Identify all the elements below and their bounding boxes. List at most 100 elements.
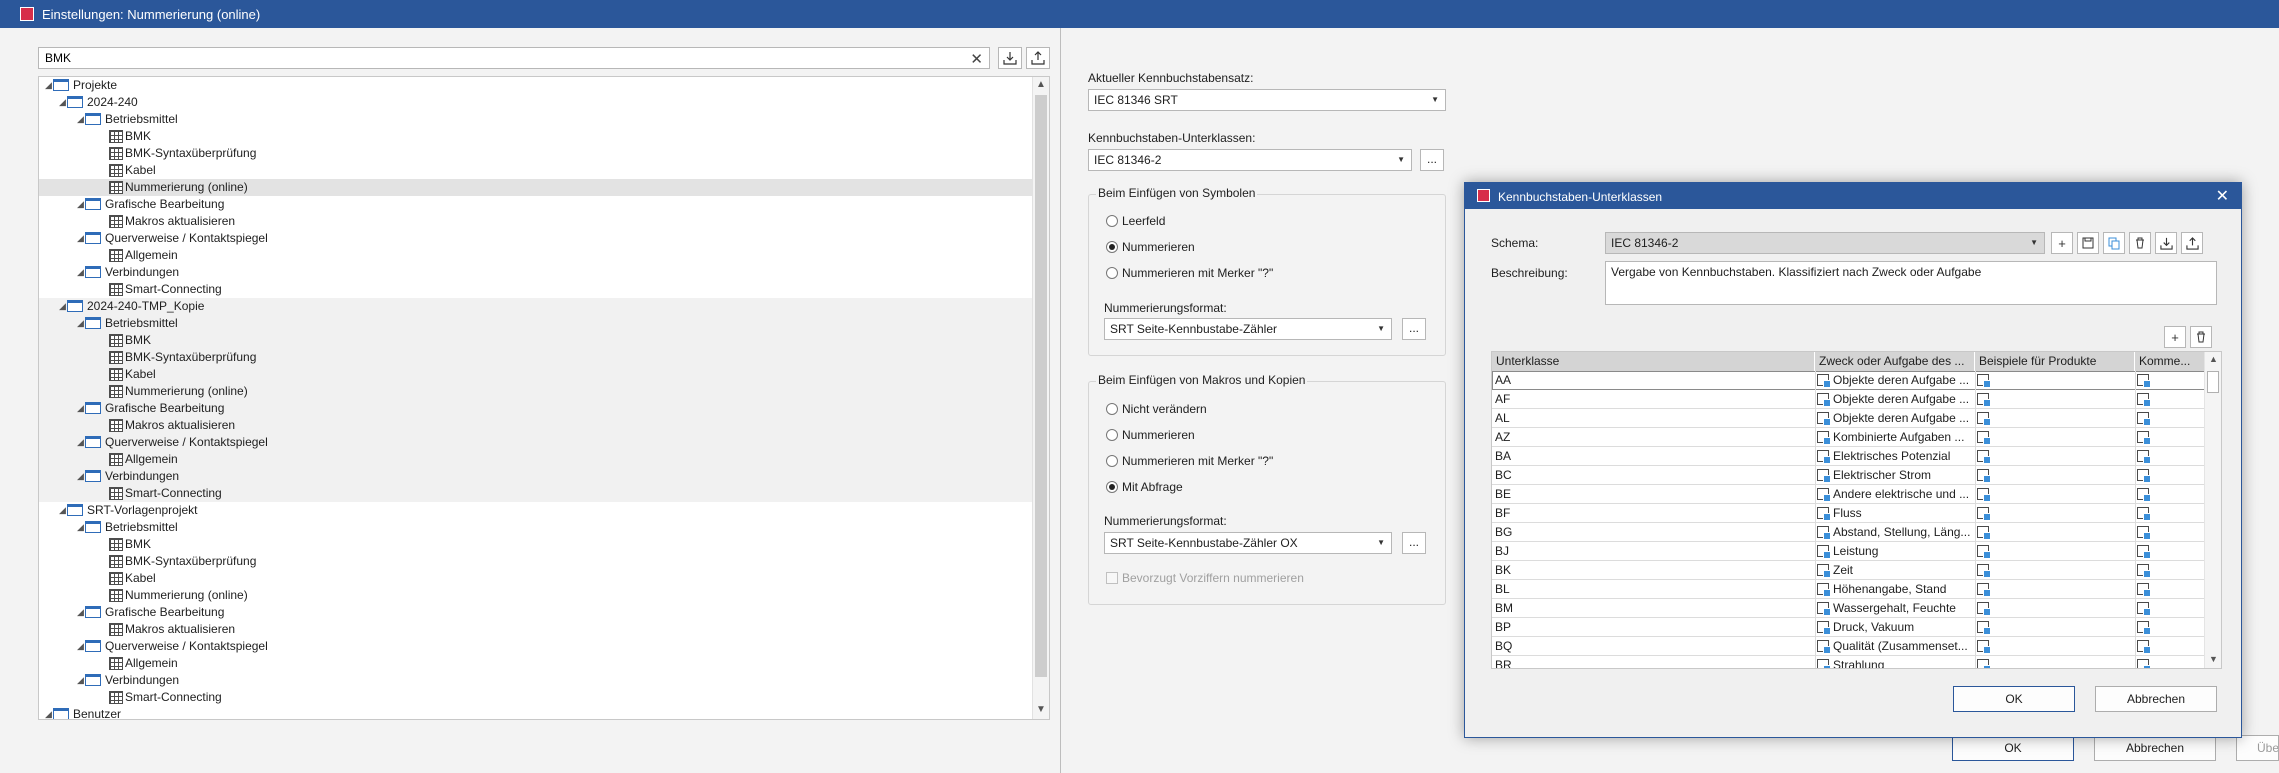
comment-cell[interactable] [2137,428,2153,446]
tree-item[interactable]: ◢ Verbindungen [39,468,1033,485]
tree-item[interactable]: ◢ Verbindungen [39,672,1033,689]
tree-item[interactable]: Makros aktualisieren [39,417,1033,434]
language-icon[interactable] [1817,526,1831,540]
dialog-cancel-button[interactable]: Abbrechen [2095,686,2217,712]
purpose-cell[interactable]: Leistung [1817,542,1975,560]
language-icon[interactable] [1977,583,1991,597]
language-icon[interactable] [2137,564,2151,578]
export-button[interactable] [1026,47,1050,69]
comment-cell[interactable] [2137,485,2153,503]
tree-item[interactable]: Allgemein [39,247,1033,264]
dialog-ok-button[interactable]: OK [1953,686,2075,712]
tree-item[interactable]: ◢ Querverweise / Kontaktspiegel [39,230,1033,247]
language-icon[interactable] [2137,640,2151,654]
add-schema-button[interactable]: + [2051,232,2073,254]
tree-item[interactable]: ◢ Grafische Bearbeitung [39,196,1033,213]
tree-item[interactable]: BMK-Syntaxüberprüfung [39,349,1033,366]
examples-cell[interactable] [1977,637,1993,655]
language-icon[interactable] [1977,545,1991,559]
schema-combo[interactable]: IEC 81346-2 ▼ [1605,232,2045,254]
examples-cell[interactable] [1977,409,1993,427]
comment-cell[interactable] [2137,390,2153,408]
tree-item[interactable]: Smart-Connecting [39,689,1033,706]
scroll-thumb[interactable] [2207,371,2219,393]
clear-search-icon[interactable]: ✕ [970,50,983,68]
language-icon[interactable] [1817,602,1831,616]
examples-cell[interactable] [1977,504,1993,522]
examples-cell[interactable] [1977,542,1993,560]
grid-scrollbar[interactable]: ▲ ▼ [2204,352,2221,668]
comment-cell[interactable] [2137,371,2153,389]
format-edit-button-2[interactable]: ... [1402,532,1426,554]
language-icon[interactable] [1817,583,1831,597]
tree-item[interactable]: BMK-Syntaxüberprüfung [39,553,1033,570]
radio-option[interactable]: Nummerieren mit Merker "?" [1106,454,1273,470]
purpose-cell[interactable]: Höhenangabe, Stand [1817,580,1975,598]
language-icon[interactable] [2137,431,2151,445]
tree-item[interactable]: Kabel [39,570,1033,587]
comment-cell[interactable] [2137,523,2153,541]
table-row[interactable]: AF Objekte deren Aufgabe ... [1492,390,2205,409]
language-icon[interactable] [1977,526,1991,540]
language-icon[interactable] [2137,621,2151,635]
language-icon[interactable] [1977,602,1991,616]
examples-cell[interactable] [1977,618,1993,636]
language-icon[interactable] [1817,564,1831,578]
table-row[interactable]: BG Abstand, Stellung, Läng... [1492,523,2205,542]
table-row[interactable]: BF Fluss [1492,504,2205,523]
table-row[interactable]: BR Strahlung [1492,656,2205,668]
purpose-cell[interactable]: Fluss [1817,504,1975,522]
tree-item[interactable]: Nummerierung (online) [39,383,1033,400]
tree-item[interactable]: ◢ Verbindungen [39,264,1033,281]
comment-cell[interactable] [2137,580,2153,598]
main-cancel-button[interactable]: Abbrechen [2094,735,2216,761]
add-row-button[interactable]: + [2164,326,2186,348]
language-icon[interactable] [1977,469,1991,483]
comment-cell[interactable] [2137,409,2153,427]
language-icon[interactable] [1977,564,1991,578]
purpose-cell[interactable]: Druck, Vakuum [1817,618,1975,636]
language-icon[interactable] [1817,431,1831,445]
column-header-zweck[interactable]: Zweck oder Aufgabe des ... [1815,352,1975,371]
table-row[interactable]: AZ Kombinierte Aufgaben ... [1492,428,2205,447]
delete-schema-button[interactable] [2129,232,2151,254]
examples-cell[interactable] [1977,656,1993,668]
language-icon[interactable] [1977,393,1991,407]
tree-item[interactable]: Nummerierung (online) [39,179,1033,196]
tree-item[interactable]: ◢ Grafische Bearbeitung [39,400,1033,417]
radio-option[interactable]: Nummerieren [1106,240,1195,256]
purpose-cell[interactable]: Objekte deren Aufgabe ... [1817,409,1975,427]
purpose-cell[interactable]: Abstand, Stellung, Läng... [1817,523,1975,541]
format-combo-2[interactable]: SRT Seite-Kennbustabe-Zähler OX ▼ [1104,532,1392,554]
radio-option[interactable]: Leerfeld [1106,214,1165,230]
comment-cell[interactable] [2137,542,2153,560]
tree-item[interactable]: BMK [39,332,1033,349]
comment-cell[interactable] [2137,561,2153,579]
purpose-cell[interactable]: Zeit [1817,561,1975,579]
examples-cell[interactable] [1977,485,1993,503]
table-row[interactable]: BL Höhenangabe, Stand [1492,580,2205,599]
language-icon[interactable] [1817,621,1831,635]
tree-item[interactable]: ◢ Benutzer [39,706,1033,719]
tree-item[interactable]: Smart-Connecting [39,281,1033,298]
language-icon[interactable] [1817,469,1831,483]
table-row[interactable]: BE Andere elektrische und ... [1492,485,2205,504]
table-row[interactable]: BP Druck, Vakuum [1492,618,2205,637]
purpose-cell[interactable]: Strahlung [1817,656,1975,668]
tree-item[interactable]: ◢ SRT-Vorlagenprojekt [39,502,1033,519]
scroll-up-icon[interactable]: ▲ [1036,79,1046,90]
tree-item[interactable]: Allgemein [39,655,1033,672]
examples-cell[interactable] [1977,428,1993,446]
subclass-edit-button[interactable]: ... [1420,149,1444,171]
save-schema-button[interactable] [2077,232,2099,254]
language-icon[interactable] [2137,602,2151,616]
radio-option[interactable]: Nummerieren [1106,428,1195,444]
examples-cell[interactable] [1977,580,1993,598]
examples-cell[interactable] [1977,447,1993,465]
prefer-prefix-checkbox[interactable]: Bevorzugt Vorziffern nummerieren [1106,571,1304,585]
language-icon[interactable] [1817,659,1831,668]
tree-item[interactable]: Nummerierung (online) [39,587,1033,604]
comment-cell[interactable] [2137,504,2153,522]
format-edit-button-1[interactable]: ... [1402,318,1426,340]
language-icon[interactable] [1977,488,1991,502]
